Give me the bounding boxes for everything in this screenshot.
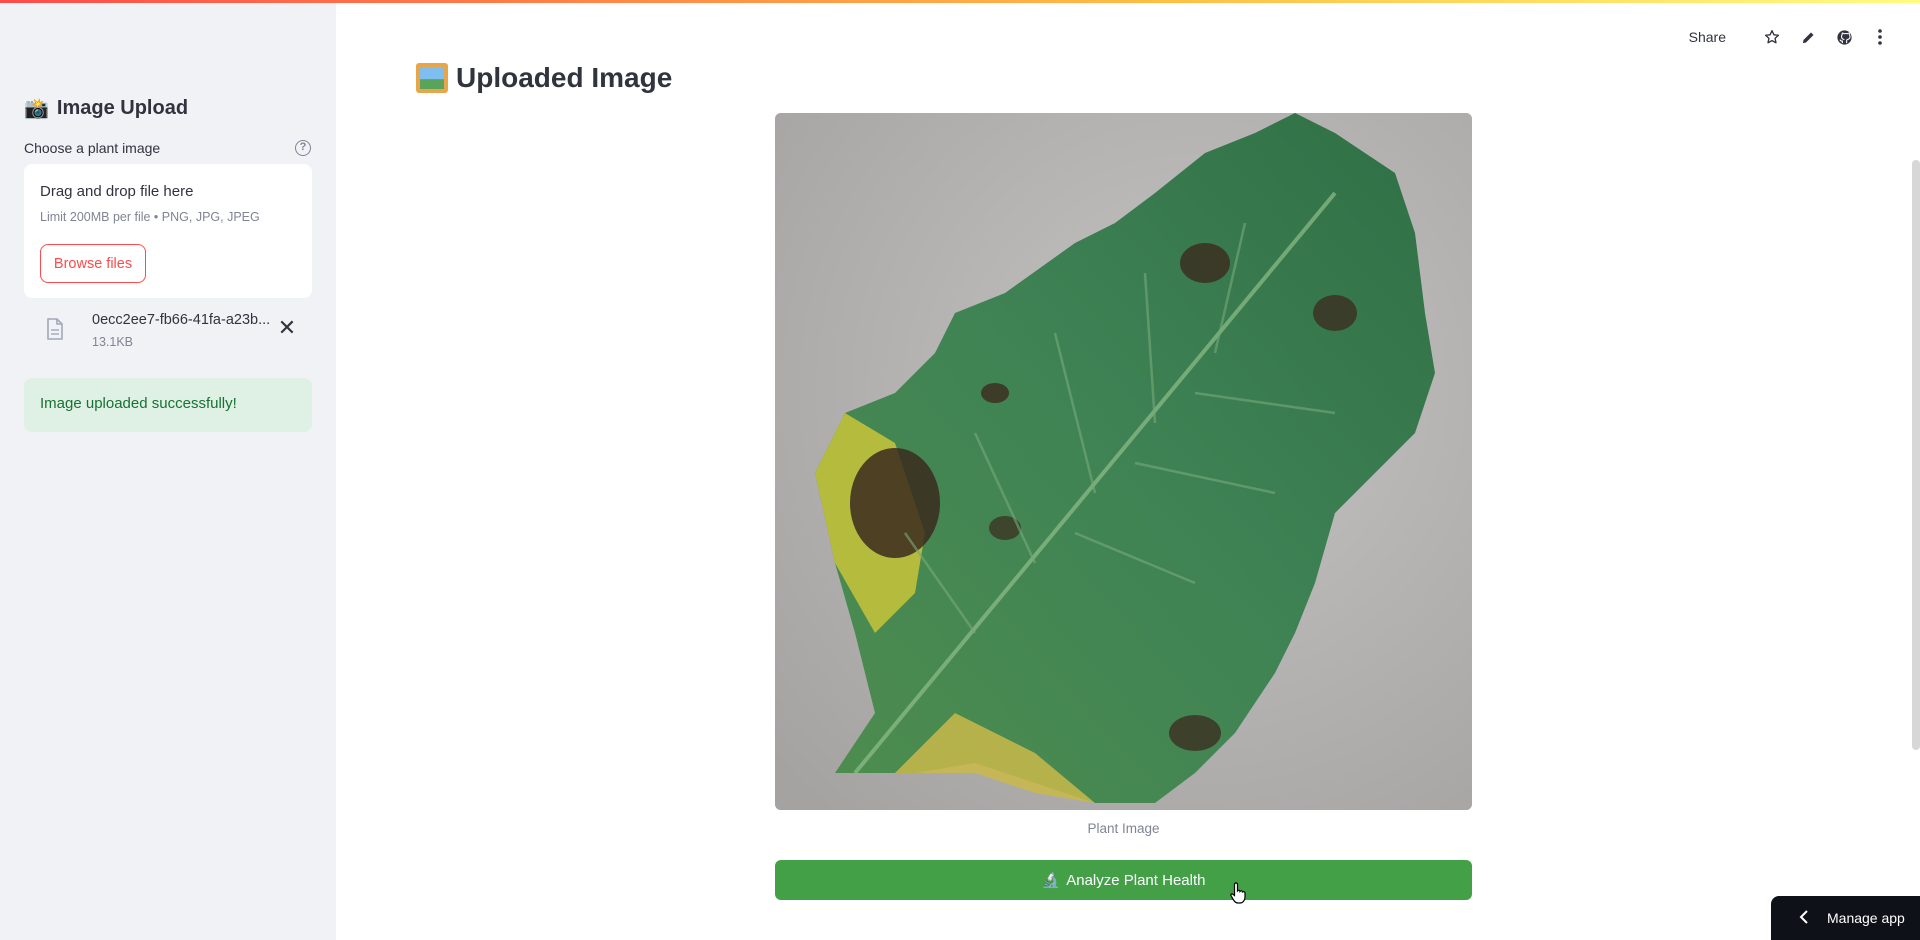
analyze-plant-health-button[interactable]: 🔬 Analyze Plant Health [775,860,1472,900]
analyze-button-label: Analyze Plant Health [1066,871,1206,889]
plant-image [775,113,1472,810]
chevron-left-icon [1799,909,1809,927]
github-icon[interactable] [1834,27,1854,47]
browse-files-button[interactable]: Browse files [40,244,146,283]
help-icon[interactable]: ? [295,140,311,156]
pencil-icon[interactable] [1798,27,1818,47]
manage-app-label: Manage app [1827,910,1905,926]
sidebar-heading-text: Image Upload [56,97,189,119]
star-icon[interactable] [1762,27,1782,47]
share-button[interactable]: Share [1689,29,1726,45]
hand-cursor-icon [1230,882,1246,904]
header-toolbar: Share [1689,26,1890,48]
more-vertical-icon[interactable] [1870,27,1890,47]
scrollbar[interactable] [1912,160,1920,750]
manage-app-button[interactable]: Manage app [1771,896,1920,940]
file-dropzone[interactable]: Drag and drop file here Limit 200MB per … [24,164,312,298]
file-size: 13.1KB [92,335,134,349]
sidebar-heading: 📸 Image Upload [24,96,188,121]
top-decoration-bar [0,0,1920,3]
uploaded-file-row: 0ecc2ee7-fb66-41fa-a23b... 13.1KB ✕ [24,306,312,354]
dropzone-limit: Limit 200MB per file • PNG, JPG, JPEG [40,210,260,224]
file-icon [47,318,63,340]
camera-icon: 📸 [24,98,49,120]
framed-picture-icon [416,63,448,93]
remove-file-icon[interactable]: ✕ [276,317,298,340]
page-title-text: Uploaded Image [456,62,673,93]
success-alert: Image uploaded successfully! [24,378,312,432]
uploader-label: Choose a plant image [24,140,161,156]
sidebar: 📸 Image Upload Choose a plant image ? Dr… [0,0,336,940]
file-name: 0ecc2ee7-fb66-41fa-a23b... [92,312,271,328]
image-caption: Plant Image [1087,821,1160,836]
page-title: Uploaded Image [416,62,672,94]
microscope-icon: 🔬 [1041,872,1061,889]
dropzone-title: Drag and drop file here [40,183,194,200]
